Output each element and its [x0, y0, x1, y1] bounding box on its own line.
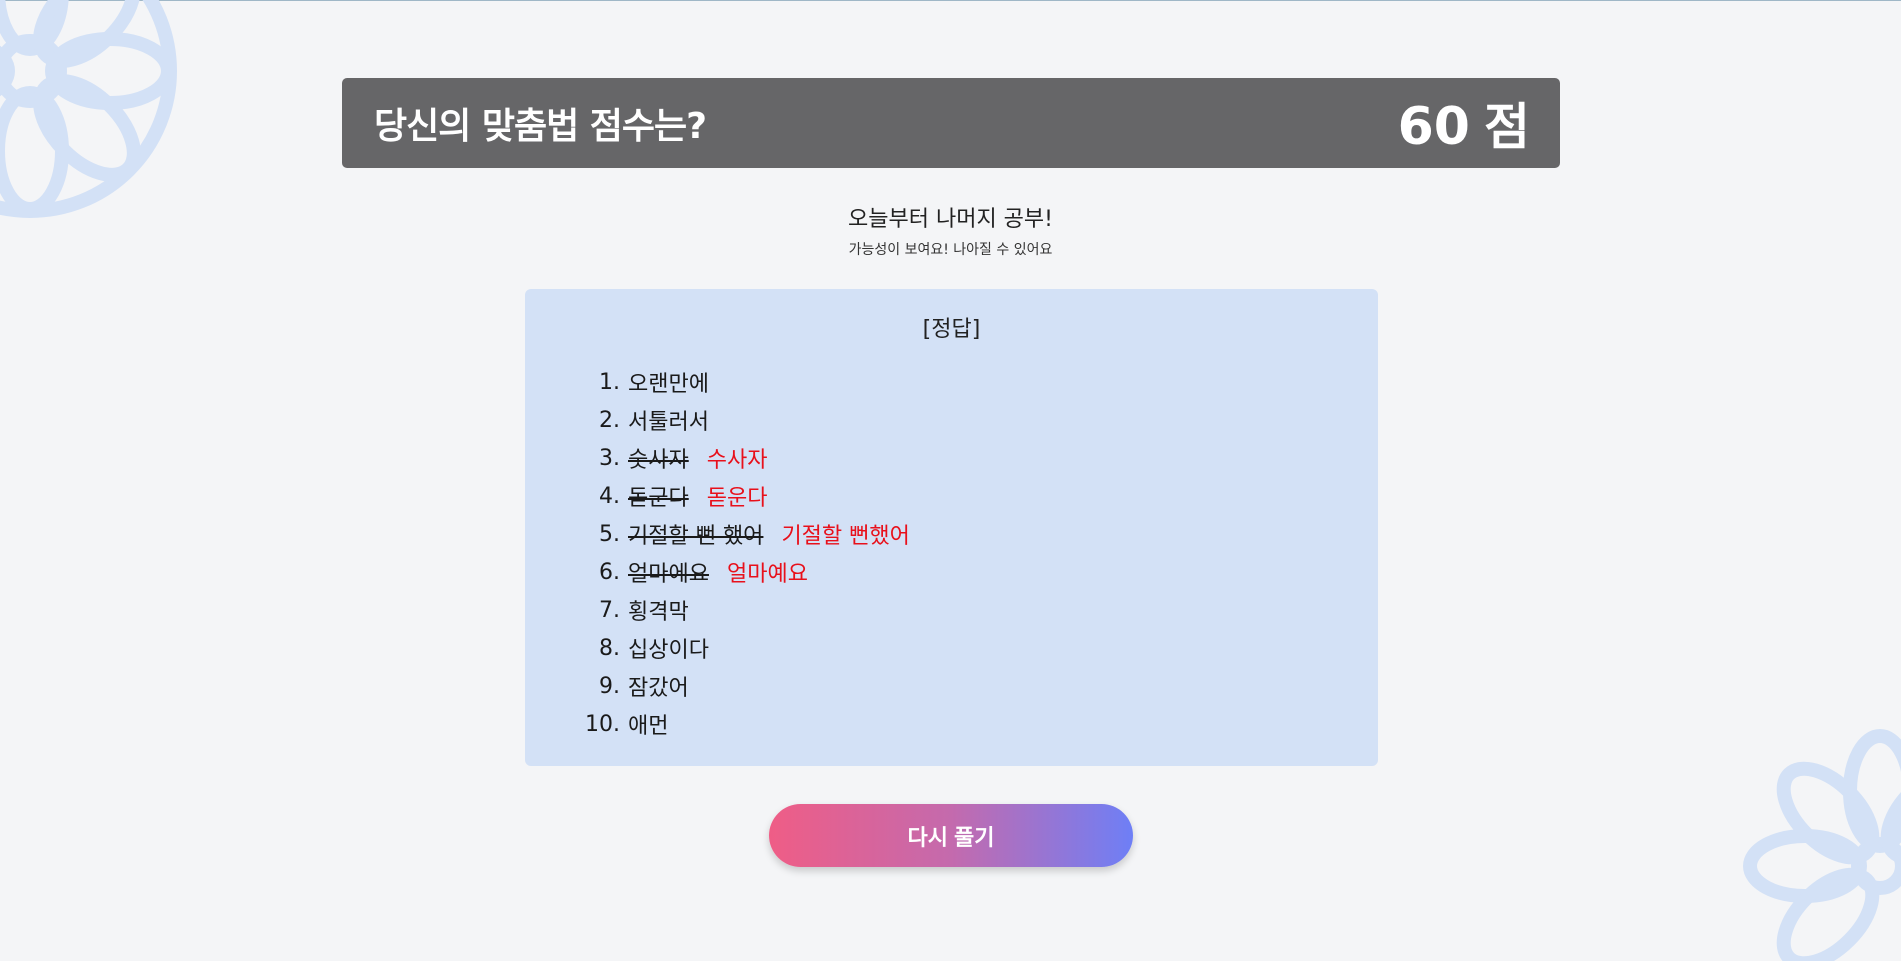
result-message: 오늘부터 나머지 공부! [848, 207, 1053, 232]
wrong-answer-text: 숫사자 [628, 448, 689, 473]
answer-item-wrong: 4. 돋군다 돋운다 [580, 477, 910, 515]
answer-item-wrong: 3. 숫사자 수사자 [580, 439, 910, 477]
answer-item: 8. 십상이다 [580, 629, 910, 667]
score-display: 60 점 [1398, 87, 1530, 159]
answer-number: 8. [599, 635, 620, 661]
answer-text: 십상이다 [628, 638, 709, 663]
wrong-answer-text: 얼마에요 [628, 562, 709, 587]
answer-number: 10. [585, 711, 620, 737]
answer-item: 7. 횡격막 [580, 591, 910, 629]
answer-item-wrong: 6. 얼마에요 얼마예요 [580, 553, 910, 591]
answer-text: 횡격막 [628, 600, 689, 625]
score-unit: 점 [1484, 98, 1530, 156]
answer-item: 2. 서툴러서 [580, 401, 910, 439]
correct-answer-text: 돋운다 [706, 486, 768, 511]
correct-answer-text: 얼마예요 [726, 562, 808, 587]
answer-panel: [정답] 1. 오랜만에 2. 서툴러서 3. 숫사자 수사자 4. 돋군다 돋… [525, 289, 1378, 766]
answer-text: 잠갔어 [628, 676, 689, 701]
score-title: 당신의 맞춤법 점수는? [374, 106, 707, 147]
answer-item: 9. 잠갔어 [580, 667, 910, 705]
correct-answer-text: 기절할 뻔했어 [781, 524, 910, 549]
answer-list: 1. 오랜만에 2. 서툴러서 3. 숫사자 수사자 4. 돋군다 돋운다 5.… [580, 363, 910, 743]
correct-answer-text: 수사자 [706, 448, 768, 473]
answer-number: 6. [599, 559, 620, 585]
answer-text: 오랜만에 [628, 372, 709, 397]
answer-number: 1. [599, 369, 620, 395]
answer-heading: [정답] [922, 317, 981, 342]
answer-number: 2. [599, 407, 620, 433]
wrong-answer-text: 기절할 뻔 했어 [628, 524, 764, 549]
answer-number: 7. [599, 597, 620, 623]
answer-number: 5. [599, 521, 620, 547]
answer-text: 서툴러서 [628, 410, 709, 435]
answer-text: 애먼 [628, 714, 669, 739]
flower-pattern-decoration [0, 0, 177, 218]
answer-number: 3. [599, 445, 620, 471]
answer-item: 1. 오랜만에 [580, 363, 910, 401]
answer-item: 10. 애먼 [580, 705, 910, 743]
score-number: 60 [1397, 97, 1470, 157]
answer-number: 4. [599, 483, 620, 509]
retry-button[interactable]: 다시 풀기 [769, 804, 1133, 867]
flower-pattern-decoration-bottom [1743, 729, 1901, 961]
answer-number: 9. [599, 673, 620, 699]
answer-item-wrong: 5. 기절할 뻔 했어 기절할 뻔했어 [580, 515, 910, 553]
score-header: 당신의 맞춤법 점수는? 60 점 [342, 78, 1560, 168]
result-sub-message: 가능성이 보여요! 나아질 수 있어요 [848, 242, 1053, 258]
wrong-answer-text: 돋군다 [628, 486, 689, 511]
